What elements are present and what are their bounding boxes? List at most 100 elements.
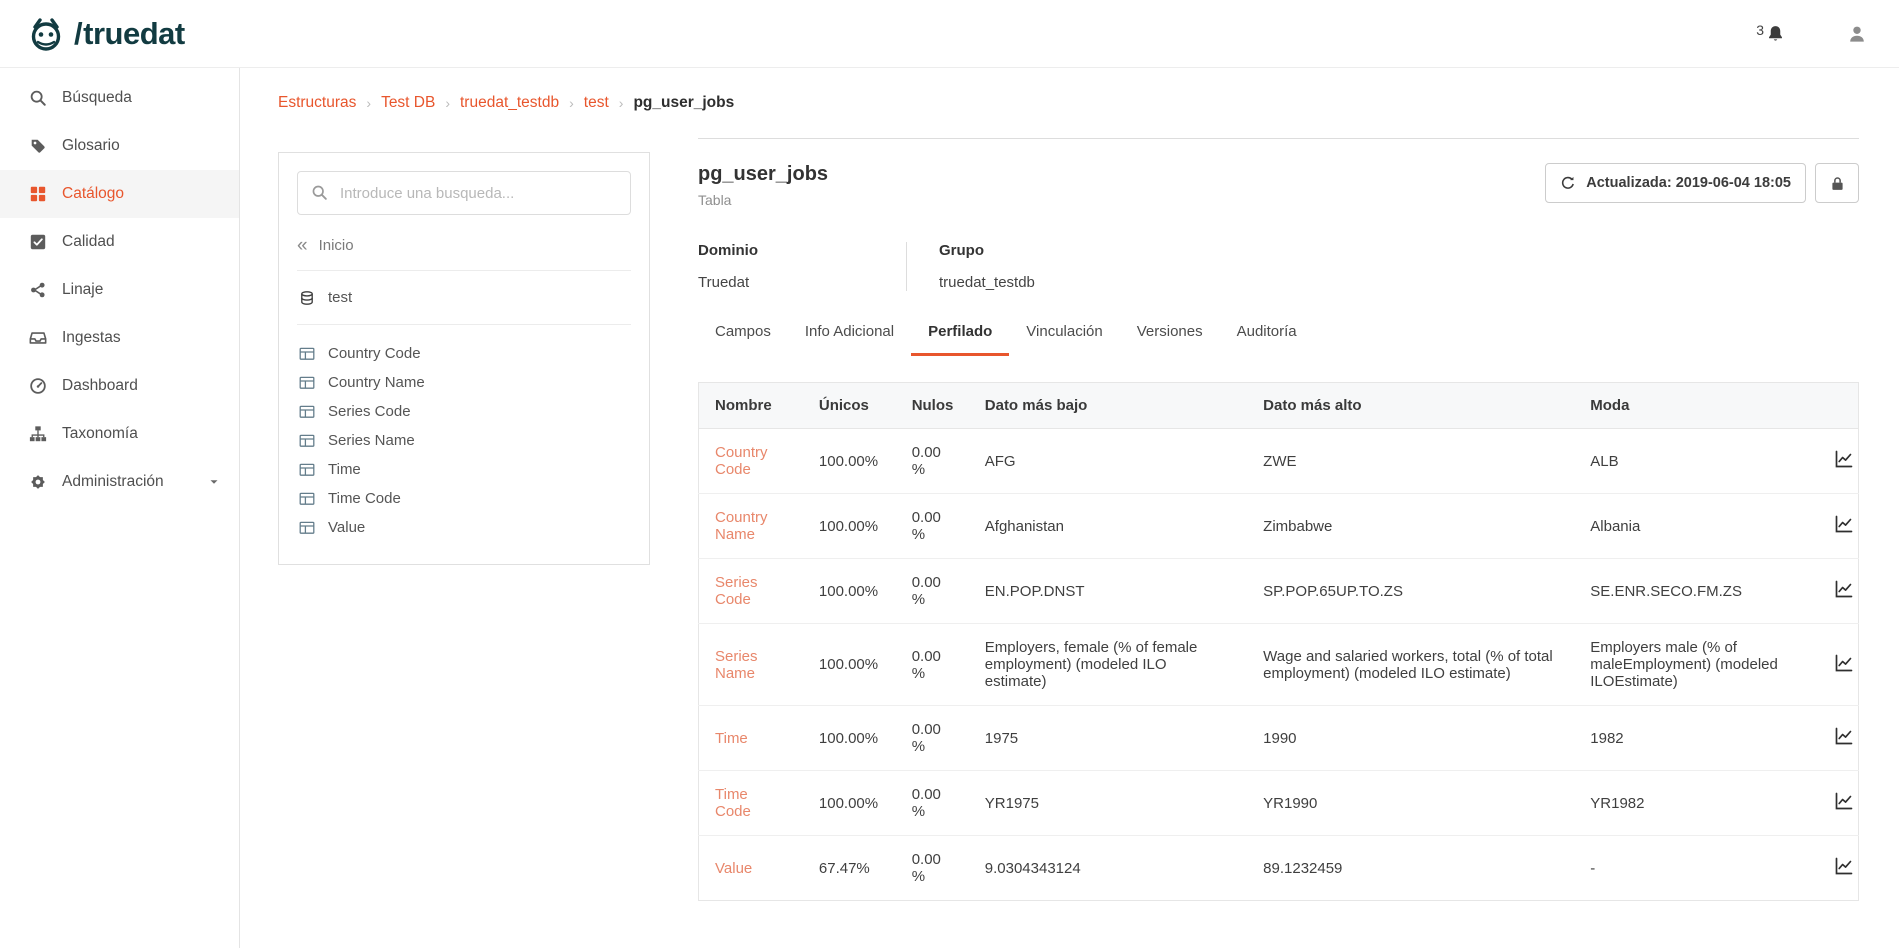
- sidebar-item-dashboard[interactable]: Dashboard: [0, 362, 239, 410]
- nulos-cell: 0.00%: [896, 494, 969, 559]
- line-chart-icon[interactable]: [1834, 653, 1854, 673]
- sidebar-item-catalogo[interactable]: Catálogo: [0, 170, 239, 218]
- table-row: Value 67.47% 0.00% 9.0304343124 89.12324…: [699, 836, 1859, 901]
- tree-node-label: test: [328, 289, 352, 306]
- tree-column-time-code[interactable]: Time Code: [297, 484, 631, 513]
- sidebar-item-administracion[interactable]: Administración: [0, 458, 239, 506]
- chart-cell: [1818, 706, 1859, 771]
- lock-button[interactable]: [1815, 163, 1859, 203]
- breadcrumb-link-estructuras[interactable]: Estructuras: [278, 94, 356, 112]
- lock-icon: [1829, 175, 1846, 192]
- double-chevron-left-icon: «: [297, 240, 308, 252]
- tree-column-series-name[interactable]: Series Name: [297, 426, 631, 455]
- tree-column-label: Time Code: [328, 490, 401, 507]
- tree-search: [297, 171, 631, 215]
- col-header-dato-mas-bajo: Dato más bajo: [969, 383, 1247, 429]
- field-name-cell: Country Name: [699, 494, 803, 559]
- field-name-cell: Series Code: [699, 559, 803, 624]
- tab-versiones[interactable]: Versiones: [1120, 321, 1220, 356]
- breadcrumb-link-testdb[interactable]: Test DB: [381, 94, 435, 112]
- gear-icon: [28, 473, 47, 491]
- sidebar-item-taxonomia[interactable]: Taxonomía: [0, 410, 239, 458]
- sidebar-item-label: Dashboard: [62, 377, 138, 395]
- tab-vinculacion[interactable]: Vinculación: [1009, 321, 1119, 356]
- table-column-icon: [299, 404, 315, 420]
- nulos-cell: 0.00%: [896, 836, 969, 901]
- line-chart-icon[interactable]: [1834, 856, 1854, 876]
- field-link[interactable]: Time: [715, 730, 748, 747]
- database-icon: [299, 290, 315, 306]
- line-chart-icon[interactable]: [1834, 726, 1854, 746]
- search-icon: [28, 89, 47, 107]
- tree-column-time[interactable]: Time: [297, 455, 631, 484]
- user-menu-button[interactable]: [1847, 24, 1867, 44]
- moda-cell: Albania: [1574, 494, 1818, 559]
- field-link[interactable]: Series Name: [715, 648, 758, 682]
- col-header-nombre: Nombre: [699, 383, 803, 429]
- notification-count-badge: 3: [1756, 22, 1764, 38]
- field-link[interactable]: Country Name: [715, 509, 768, 543]
- tab-perfilado[interactable]: Perfilado: [911, 321, 1009, 356]
- truedat-logo[interactable]: /truedat: [26, 14, 185, 54]
- chevron-down-icon: [207, 475, 221, 489]
- table-column-icon: [299, 433, 315, 449]
- tree-column-country-code[interactable]: Country Code: [297, 339, 631, 368]
- tab-auditoria[interactable]: Auditoría: [1220, 321, 1314, 356]
- moda-cell: SE.ENR.SECO.FM.ZS: [1574, 559, 1818, 624]
- owl-logo-icon: [26, 14, 66, 54]
- col-header-chart: [1818, 383, 1859, 429]
- line-chart-icon[interactable]: [1834, 449, 1854, 469]
- field-name-cell: Series Name: [699, 624, 803, 706]
- sitemap-icon: [28, 425, 47, 443]
- tree-column-country-name[interactable]: Country Name: [297, 368, 631, 397]
- refresh-updated-button[interactable]: Actualizada: 2019-06-04 18:05: [1545, 163, 1806, 203]
- highest-value-cell: Zimbabwe: [1247, 494, 1574, 559]
- field-link[interactable]: Series Code: [715, 574, 758, 608]
- bell-icon: [1766, 24, 1785, 43]
- tree-column-value[interactable]: Value: [297, 513, 631, 542]
- tab-campos[interactable]: Campos: [698, 321, 788, 356]
- breadcrumb-link-truedat-testdb[interactable]: truedat_testdb: [460, 94, 559, 112]
- field-link[interactable]: Time Code: [715, 786, 751, 820]
- grid-icon: [28, 185, 47, 203]
- sidebar-item-ingestas[interactable]: Ingestas: [0, 314, 239, 362]
- breadcrumb-separator: ›: [619, 95, 624, 111]
- line-chart-icon[interactable]: [1834, 514, 1854, 534]
- sidebar-item-busqueda[interactable]: Búsqueda: [0, 74, 239, 122]
- field-link[interactable]: Country Code: [715, 444, 768, 478]
- sidebar-item-label: Calidad: [62, 233, 115, 251]
- highest-value-cell: 89.1232459: [1247, 836, 1574, 901]
- breadcrumb-link-test[interactable]: test: [584, 94, 609, 112]
- table-column-icon: [299, 346, 315, 362]
- sidebar-item-linaje[interactable]: Linaje: [0, 266, 239, 314]
- tree-back-inicio[interactable]: « Inicio: [297, 237, 631, 271]
- table-column-icon: [299, 491, 315, 507]
- table-column-icon: [299, 375, 315, 391]
- notifications-button[interactable]: 3: [1756, 24, 1785, 43]
- structure-tree-panel: « Inicio test Country Code: [278, 152, 650, 565]
- refresh-icon: [1560, 175, 1576, 191]
- table-row: Series Name 100.00% 0.00% Employers, fem…: [699, 624, 1859, 706]
- tree-column-label: Time: [328, 461, 361, 478]
- field-link[interactable]: Value: [715, 860, 752, 877]
- sidebar-item-glosario[interactable]: Glosario: [0, 122, 239, 170]
- sidebar-item-label: Glosario: [62, 137, 120, 155]
- table-row: Country Code 100.00% 0.00% AFG ZWE ALB: [699, 429, 1859, 494]
- sidebar-item-calidad[interactable]: Calidad: [0, 218, 239, 266]
- tree-node-test[interactable]: test: [297, 271, 631, 325]
- tree-column-series-code[interactable]: Series Code: [297, 397, 631, 426]
- lowest-value-cell: Employers, female (% of female employmen…: [969, 624, 1247, 706]
- grupo-value: truedat_testdb: [939, 274, 1035, 291]
- check-square-icon: [28, 233, 47, 251]
- table-row: Time 100.00% 0.00% 1975 1990 1982: [699, 706, 1859, 771]
- line-chart-icon[interactable]: [1834, 791, 1854, 811]
- unicos-cell: 67.47%: [803, 836, 896, 901]
- chart-cell: [1818, 559, 1859, 624]
- line-chart-icon[interactable]: [1834, 579, 1854, 599]
- tab-info-adicional[interactable]: Info Adicional: [788, 321, 911, 356]
- chart-cell: [1818, 429, 1859, 494]
- table-column-icon: [299, 520, 315, 536]
- tree-search-input[interactable]: [297, 171, 631, 215]
- field-name-cell: Time: [699, 706, 803, 771]
- lowest-value-cell: AFG: [969, 429, 1247, 494]
